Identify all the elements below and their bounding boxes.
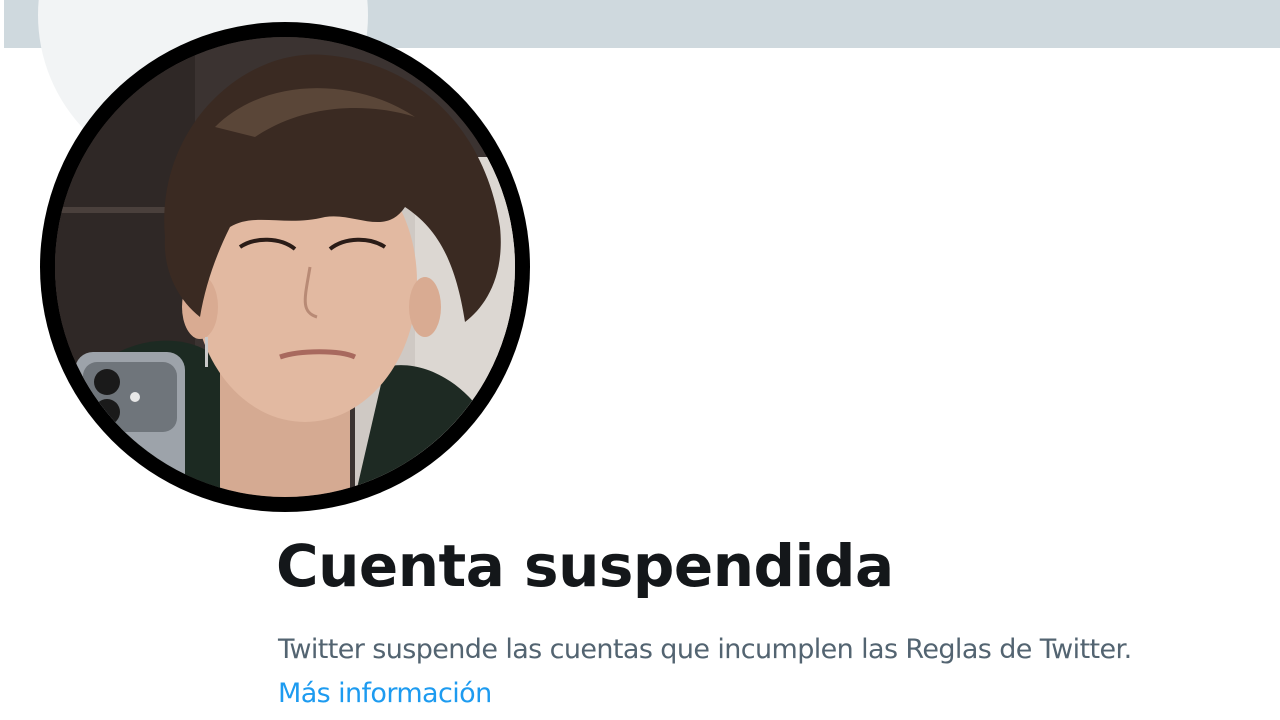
profile-photo-icon bbox=[55, 37, 515, 497]
page-title: Cuenta suspendida bbox=[276, 532, 894, 600]
avatar[interactable] bbox=[55, 37, 515, 497]
suspended-profile-page: Cuenta suspendida Twitter suspende las c… bbox=[0, 0, 1280, 720]
suspension-description: Twitter suspende las cuentas que incumpl… bbox=[278, 628, 1158, 716]
more-info-link[interactable]: Más información bbox=[278, 678, 492, 709]
suspension-description-text: Twitter suspende las cuentas que incumpl… bbox=[278, 634, 1132, 665]
